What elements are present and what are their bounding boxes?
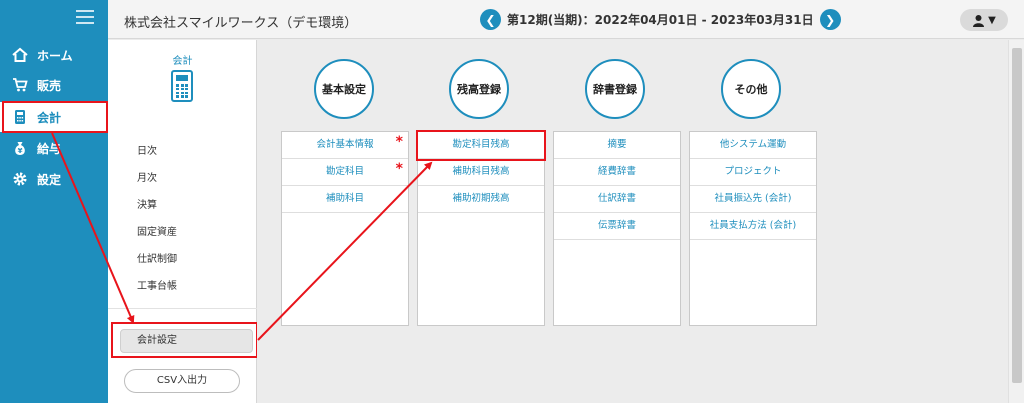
link-employee-transfer-account[interactable]: 社員振込先 (会計) <box>690 186 816 213</box>
link-expense-dictionary[interactable]: 経費辞書 <box>554 159 680 186</box>
csv-import-export-button[interactable]: CSV入出力 <box>124 369 240 393</box>
required-asterisk-icon: * <box>395 161 403 177</box>
nav-item-settings[interactable]: 設定 <box>0 164 108 194</box>
link-sub-opening-balance[interactable]: 補助初期残高 <box>418 186 544 213</box>
nav-item-label: 設定 <box>37 172 62 187</box>
next-period-button[interactable]: ❯ <box>819 9 841 30</box>
link-accounting-basic-info[interactable]: 会計基本情報 * <box>282 132 408 159</box>
dictionary-registration-panel: 摘要 経費辞書 仕訳辞書 伝票辞書 <box>553 131 681 326</box>
link-sub-accounts[interactable]: 補助科目 <box>282 186 408 213</box>
highlight-box-nav <box>2 101 108 133</box>
gear-icon <box>12 171 28 187</box>
period-label: 第12期(当期)：2022年04月01日 - 2023年03月31日 <box>507 13 814 27</box>
user-menu-button[interactable]: ▼ <box>960 9 1008 31</box>
submenu-item-construction-ledger[interactable]: 工事台帳 <box>137 277 177 292</box>
submenu-title: 会計 <box>172 56 193 67</box>
home-icon <box>12 47 28 63</box>
svg-text:¥: ¥ <box>18 147 23 155</box>
link-summary[interactable]: 摘要 <box>554 132 680 159</box>
submenu-item-journal-control[interactable]: 仕訳制御 <box>137 250 177 265</box>
header-bar: 株式会社スマイルワークス（デモ環境） ❮ 第12期(当期)：2022年04月01… <box>108 0 1024 39</box>
basic-settings-panel: 会計基本情報 * 勘定科目 * 補助科目 <box>281 131 409 326</box>
nav-item-payroll[interactable]: ¥ 給与 <box>0 133 108 163</box>
category-balance-registration: 残高登録 <box>449 59 509 119</box>
highlight-box-account-balance <box>416 130 546 161</box>
chevron-down-icon: ▼ <box>988 14 996 26</box>
link-journal-dictionary[interactable]: 仕訳辞書 <box>554 186 680 213</box>
category-basic-settings: 基本設定 <box>314 59 374 119</box>
category-other: その他 <box>721 59 781 119</box>
period-selector: ❮ 第12期(当期)：2022年04月01日 - 2023年03月31日 ❯ <box>480 9 841 30</box>
link-other-system-integration[interactable]: 他システム運動 <box>690 132 816 159</box>
submenu-item-daily[interactable]: 日次 <box>137 142 157 157</box>
scrollbar-thumb[interactable] <box>1012 48 1022 383</box>
submenu-item-monthly[interactable]: 月次 <box>137 169 157 184</box>
hamburger-menu-icon[interactable] <box>76 10 94 24</box>
calculator-icon <box>171 70 193 102</box>
nav-item-sales[interactable]: 販売 <box>0 70 108 100</box>
divider <box>108 308 257 309</box>
submenu-item-fixed-assets[interactable]: 固定資産 <box>137 223 177 238</box>
prev-period-button[interactable]: ❮ <box>480 9 501 30</box>
highlight-box-settings <box>111 322 258 358</box>
main-nav: ホーム 販売 会計 ¥ 給与 設定 <box>0 0 108 403</box>
category-dictionary-registration: 辞書登録 <box>585 59 645 119</box>
other-panel: 他システム運動 プロジェクト 社員振込先 (会計) 社員支払方法 (会計) <box>689 131 817 326</box>
submenu-item-closing[interactable]: 決算 <box>137 196 157 211</box>
link-sub-account-balance[interactable]: 補助科目残高 <box>418 159 544 186</box>
nav-item-label: 販売 <box>37 78 62 93</box>
vertical-scrollbar[interactable] <box>1008 40 1024 403</box>
link-account-titles[interactable]: 勘定科目 * <box>282 159 408 186</box>
link-employee-payment-method[interactable]: 社員支払方法 (会計) <box>690 213 816 240</box>
company-name: 株式会社スマイルワークス（デモ環境） <box>124 16 358 31</box>
required-asterisk-icon: * <box>395 134 403 150</box>
nav-item-home[interactable]: ホーム <box>0 40 108 70</box>
nav-item-label: ホーム <box>37 48 73 63</box>
link-project[interactable]: プロジェクト <box>690 159 816 186</box>
cart-icon <box>12 77 28 93</box>
money-bag-icon: ¥ <box>12 140 28 156</box>
user-icon <box>973 14 985 27</box>
nav-item-label: 給与 <box>37 141 62 156</box>
link-voucher-dictionary[interactable]: 伝票辞書 <box>554 213 680 240</box>
